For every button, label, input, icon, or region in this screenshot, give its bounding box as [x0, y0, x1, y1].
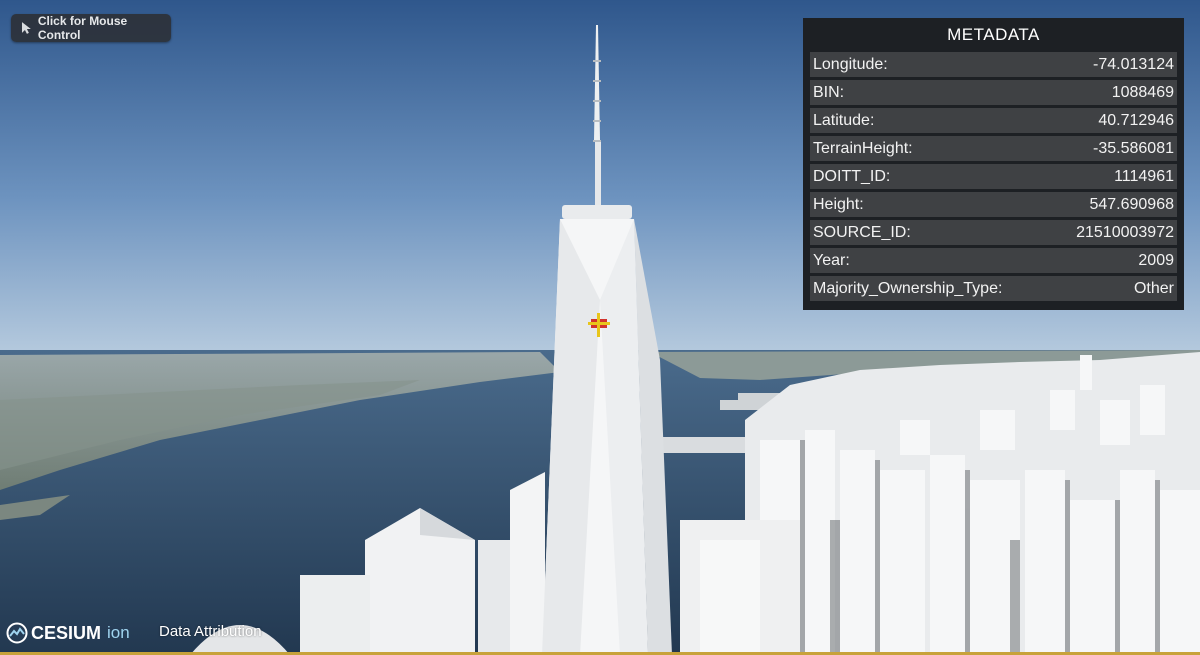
- metadata-key: BIN:: [813, 83, 845, 101]
- cesium-logo-icon: [6, 622, 28, 644]
- metadata-row-doitt-id: DOITT_ID: 1114961: [810, 164, 1177, 189]
- metadata-row-year: Year: 2009: [810, 248, 1177, 273]
- data-attribution-link[interactable]: Data Attribution: [159, 623, 262, 640]
- metadata-key: SOURCE_ID:: [813, 223, 911, 241]
- metadata-key: Majority_Ownership_Type:: [813, 279, 1003, 297]
- metadata-row-height: Height: 547.690968: [810, 192, 1177, 217]
- metadata-value: 21510003972: [1076, 223, 1174, 241]
- mouse-control-label: Click for Mouse Control: [37, 14, 128, 42]
- metadata-key: Height:: [813, 195, 864, 213]
- metadata-value: -74.013124: [1093, 55, 1174, 73]
- metadata-value: -35.586081: [1093, 139, 1174, 157]
- metadata-key: Year:: [813, 251, 850, 269]
- manhattan-buildings: [745, 352, 1200, 655]
- cesium-ion-logo[interactable]: CESIUM ion: [6, 621, 130, 645]
- cesium-logo-suffix: ion: [107, 623, 130, 642]
- metadata-row-ownership-type: Majority_Ownership_Type: Other: [810, 276, 1177, 301]
- metadata-value: 547.690968: [1089, 195, 1174, 213]
- metadata-row-longitude: Longitude: -74.013124: [810, 52, 1177, 77]
- metadata-key: DOITT_ID:: [813, 167, 891, 185]
- metadata-key: Latitude:: [813, 111, 875, 129]
- metadata-key: Longitude:: [813, 55, 888, 73]
- cursor-icon: [21, 22, 31, 34]
- metadata-row-terrain-height: TerrainHeight: -35.586081: [810, 136, 1177, 161]
- cesium-logo-text: CESIUM: [31, 622, 102, 643]
- metadata-value: 2009: [1138, 251, 1174, 269]
- metadata-value: 40.712946: [1098, 111, 1174, 129]
- metadata-value: Other: [1133, 279, 1174, 297]
- metadata-row-source-id: SOURCE_ID: 21510003972: [810, 220, 1177, 245]
- metadata-key: TerrainHeight:: [813, 139, 913, 157]
- metadata-value: 1114961: [1114, 167, 1174, 185]
- metadata-row-bin: BIN: 1088469: [810, 80, 1177, 105]
- metadata-title: METADATA: [947, 25, 1040, 44]
- mouse-control-button[interactable]: Click for Mouse Control: [11, 14, 171, 42]
- metadata-panel: METADATA Longitude: -74.013124 BIN: 1088…: [803, 18, 1184, 310]
- metadata-value: 1088469: [1111, 83, 1174, 101]
- metadata-row-latitude: Latitude: 40.712946: [810, 108, 1177, 133]
